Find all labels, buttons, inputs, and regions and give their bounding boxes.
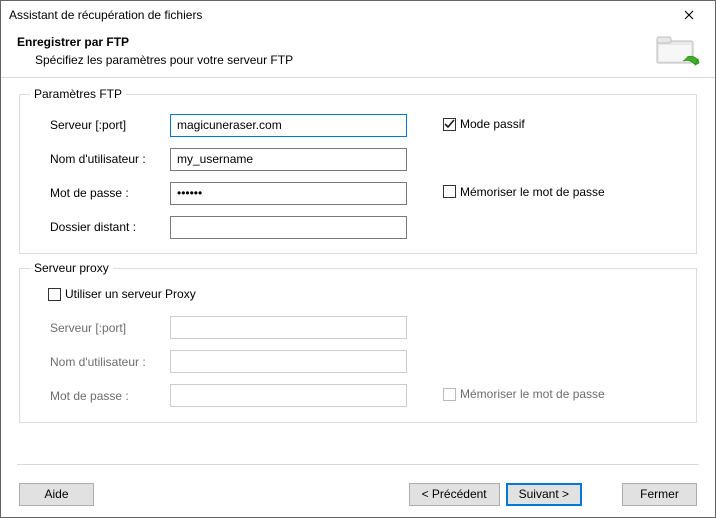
ftp-password-input[interactable]	[170, 182, 407, 205]
ftp-remote-folder-label: Dossier distant :	[50, 220, 170, 234]
ftp-remote-folder-input[interactable]	[170, 216, 407, 239]
proxy-remember-password-label: Mémoriser le mot de passe	[460, 387, 605, 401]
ftp-server-input[interactable]	[170, 114, 407, 137]
passive-mode-checkbox[interactable]: Mode passif	[443, 117, 525, 131]
content-area: Paramètres FTP Serveur [:port] Mode pass…	[1, 78, 715, 423]
proxy-password-input	[170, 384, 407, 407]
ftp-folder-icon	[653, 31, 701, 71]
checkbox-icon	[443, 185, 456, 198]
next-button[interactable]: Suivant >	[506, 483, 582, 506]
passive-mode-label: Mode passif	[460, 117, 525, 131]
proxy-server-input	[170, 316, 407, 339]
page-title: Enregistrer par FTP	[17, 35, 699, 49]
wizard-header: Enregistrer par FTP Spécifiez les paramè…	[1, 29, 715, 78]
titlebar: Assistant de récupération de fichiers	[1, 1, 715, 29]
page-subtitle: Spécifiez les paramètres pour votre serv…	[35, 53, 699, 67]
use-proxy-label: Utiliser un serveur Proxy	[65, 287, 196, 301]
close-window-button[interactable]: Fermer	[622, 483, 697, 506]
proxy-legend: Serveur proxy	[30, 261, 113, 275]
ftp-username-input[interactable]	[170, 148, 407, 171]
ftp-username-label: Nom d'utilisateur :	[50, 152, 170, 166]
proxy-server-label: Serveur [:port]	[50, 321, 170, 335]
remember-password-checkbox[interactable]: Mémoriser le mot de passe	[443, 185, 605, 199]
ftp-groupbox: Paramètres FTP Serveur [:port] Mode pass…	[19, 94, 697, 254]
remember-password-label: Mémoriser le mot de passe	[460, 185, 605, 199]
footer-separator	[17, 464, 699, 465]
ftp-password-label: Mot de passe :	[50, 186, 170, 200]
proxy-username-label: Nom d'utilisateur :	[50, 355, 170, 369]
use-proxy-checkbox[interactable]: Utiliser un serveur Proxy	[48, 287, 196, 301]
window-title: Assistant de récupération de fichiers	[9, 8, 669, 22]
ftp-legend: Paramètres FTP	[30, 87, 126, 101]
ftp-server-label: Serveur [:port]	[50, 118, 170, 132]
proxy-groupbox: Serveur proxy Utiliser un serveur Proxy …	[19, 268, 697, 423]
back-button[interactable]: < Précédent	[409, 483, 500, 506]
checkbox-icon	[443, 388, 456, 401]
close-button[interactable]	[669, 3, 709, 27]
help-button[interactable]: Aide	[19, 483, 94, 506]
proxy-remember-password-checkbox: Mémoriser le mot de passe	[443, 387, 605, 401]
footer: Aide < Précédent Suivant > Fermer	[1, 471, 715, 517]
proxy-password-label: Mot de passe :	[50, 389, 170, 403]
proxy-username-input	[170, 350, 407, 373]
checkbox-icon	[48, 288, 61, 301]
close-icon	[684, 10, 694, 20]
checkbox-icon	[443, 118, 456, 131]
